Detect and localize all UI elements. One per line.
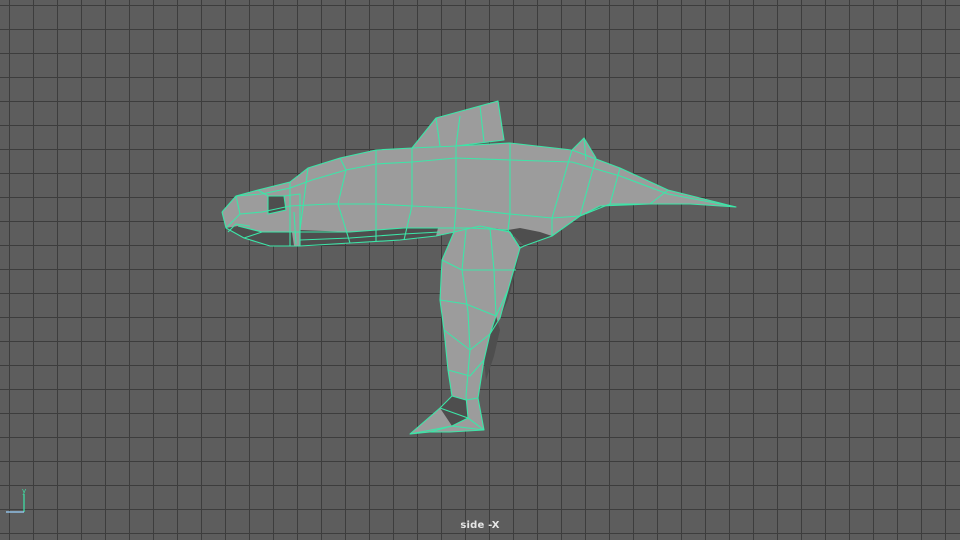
model-shading: [222, 101, 736, 434]
camera-view-label: side -X: [460, 520, 500, 531]
dorsal-fin-shape: [412, 101, 504, 148]
model-wireframe[interactable]: [0, 0, 960, 540]
perspective-viewport[interactable]: y side -X: [0, 0, 960, 540]
axis-gizmo: y: [6, 487, 26, 513]
y-axis-label: y: [22, 487, 26, 495]
